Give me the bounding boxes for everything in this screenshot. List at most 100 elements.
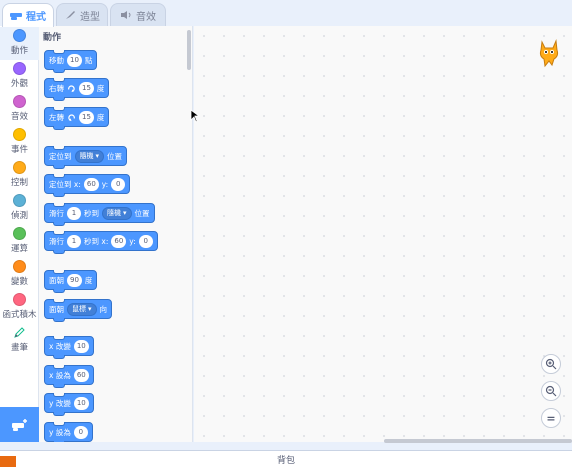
block-dropdown[interactable]: 鼠標 ▾ <box>67 302 97 316</box>
dropdown-value: 隨機 <box>79 152 94 160</box>
tab-sounds[interactable]: 音效 <box>110 3 166 26</box>
category-sound[interactable]: 音效 <box>0 93 39 126</box>
category-events[interactable]: 事件 <box>0 126 39 159</box>
block-goto[interactable]: 定位到 隨機 ▾ 位置 <box>44 146 128 169</box>
speaker-icon <box>121 11 131 19</box>
category-label: 外觀 <box>10 79 28 89</box>
block-input[interactable]: 10 <box>73 396 89 410</box>
block-change-x[interactable]: x 改變 10 <box>44 336 94 359</box>
block-glide-to[interactable]: 滑行 1 秒到 隨機 ▾ 位置 <box>44 203 155 226</box>
block-text: 度 <box>84 275 93 285</box>
chevron-down-icon: ▾ <box>123 209 127 217</box>
block-palette: 動作 移動 10 點 右轉 15 度 左轉 15 度 定位到 隨機 ▾ 位置 定位… <box>39 26 193 442</box>
rotate-left-icon <box>68 113 75 121</box>
category-label: 偵測 <box>10 211 28 221</box>
events-dot-icon <box>13 128 26 141</box>
category-motion[interactable]: 動作 <box>0 27 39 60</box>
category-sensing[interactable]: 偵測 <box>0 192 39 225</box>
code-icon <box>10 12 22 20</box>
tab-code[interactable]: 程式 <box>2 3 54 27</box>
block-turn-left[interactable]: 左轉 15 度 <box>44 107 110 130</box>
category-menu: 動作 外觀 音效 事件 控制 偵測 運算 變數 函式積木 畫筆 <box>0 26 39 442</box>
category-label: 音效 <box>10 112 28 122</box>
block-text: 秒到 <box>84 208 99 218</box>
block-goto-xy[interactable]: 定位到 x: 60 y: 0 <box>44 174 131 197</box>
block-input[interactable]: 60 <box>73 368 89 382</box>
operators-dot-icon <box>13 227 26 240</box>
block-text: x 改變 <box>49 341 71 351</box>
palette-scrollbar[interactable] <box>187 30 191 70</box>
block-input[interactable]: 10 <box>67 53 82 67</box>
block-input[interactable]: 15 <box>79 81 94 95</box>
brush-icon <box>66 11 75 19</box>
block-glide-xy[interactable]: 滑行 1 秒到 x: 60 y: 0 <box>44 231 158 254</box>
dropdown-value: 隨機 <box>107 209 121 217</box>
block-text: 面朝 <box>49 304 64 314</box>
block-input[interactable]: 1 <box>67 234 81 248</box>
block-turn-right[interactable]: 右轉 15 度 <box>44 78 110 101</box>
block-text: 滑行 <box>49 236 64 246</box>
control-dot-icon <box>13 161 26 174</box>
rotate-right-icon <box>68 84 75 92</box>
block-text: 向 <box>99 304 108 314</box>
category-looks[interactable]: 外觀 <box>0 60 39 93</box>
sound-dot-icon <box>13 95 26 108</box>
block-text: 移動 <box>49 55 64 65</box>
category-my-blocks[interactable]: 函式積木 <box>0 291 39 324</box>
block-text: 右轉 <box>49 83 64 93</box>
block-input[interactable]: 60 <box>111 234 127 248</box>
category-pen[interactable]: 畫筆 <box>0 324 39 357</box>
tab-costumes-label: 造型 <box>80 11 100 23</box>
block-input[interactable]: 90 <box>67 273 82 287</box>
category-operators[interactable]: 運算 <box>0 225 39 258</box>
block-input[interactable]: 0 <box>73 425 88 439</box>
block-set-x[interactable]: x 設為 60 <box>44 365 94 388</box>
zoom-in-button[interactable] <box>541 354 561 374</box>
add-extension-button[interactable] <box>0 407 39 442</box>
backpack-bar[interactable]: 背包 <box>0 450 572 467</box>
block-point-towards[interactable]: 面朝 鼠標 ▾ 向 <box>44 299 113 322</box>
block-set-y[interactable]: y 設為 0 <box>44 422 93 442</box>
tab-bar: 程式 造型 音效 <box>0 0 572 27</box>
block-input[interactable]: 15 <box>79 110 94 124</box>
block-text: 面朝 <box>49 275 64 285</box>
block-input[interactable]: 10 <box>73 339 89 353</box>
zoom-out-icon <box>545 385 557 397</box>
block-change-y[interactable]: y 改變 10 <box>44 393 94 416</box>
block-move-steps[interactable]: 移動 10 點 <box>44 50 98 73</box>
variables-dot-icon <box>13 260 26 273</box>
block-input[interactable]: 60 <box>83 177 99 191</box>
block-input[interactable]: 0 <box>111 177 126 191</box>
script-workspace[interactable] <box>194 26 572 442</box>
category-label: 畫筆 <box>10 343 28 353</box>
backpack-label: 背包 <box>276 455 295 466</box>
backpack-accent <box>0 456 16 467</box>
block-text: y 設為 <box>49 427 71 437</box>
chevron-down-icon: ▾ <box>88 305 92 313</box>
block-text: 左轉 <box>49 112 64 122</box>
tab-code-label: 程式 <box>26 12 46 23</box>
category-label: 事件 <box>10 145 28 155</box>
tab-costumes[interactable]: 造型 <box>56 3 108 26</box>
category-label: 運算 <box>10 244 28 254</box>
category-control[interactable]: 控制 <box>0 159 39 192</box>
block-text: 點 <box>84 55 93 65</box>
zoom-out-button[interactable] <box>541 381 561 401</box>
block-input[interactable]: 0 <box>138 234 153 248</box>
block-input[interactable]: 1 <box>67 206 81 220</box>
workspace-horizontal-scrollbar[interactable] <box>384 439 572 443</box>
dropdown-value: 鼠標 <box>72 305 86 313</box>
block-dropdown[interactable]: 隨機 ▾ <box>74 149 105 163</box>
mouse-cursor-icon <box>190 109 200 123</box>
add-extension-icon <box>11 418 27 431</box>
pen-icon <box>14 327 25 338</box>
category-variables[interactable]: 變數 <box>0 258 39 291</box>
looks-dot-icon <box>13 62 26 75</box>
block-dropdown[interactable]: 隨機 ▾ <box>102 206 132 220</box>
block-text: y: <box>101 179 109 189</box>
block-point-direction[interactable]: 面朝 90 度 <box>44 270 98 293</box>
sprite-cat-icon <box>539 39 559 68</box>
category-label: 變數 <box>10 277 28 287</box>
block-text: x 設為 <box>49 370 71 380</box>
zoom-reset-button[interactable]: = <box>541 408 561 428</box>
